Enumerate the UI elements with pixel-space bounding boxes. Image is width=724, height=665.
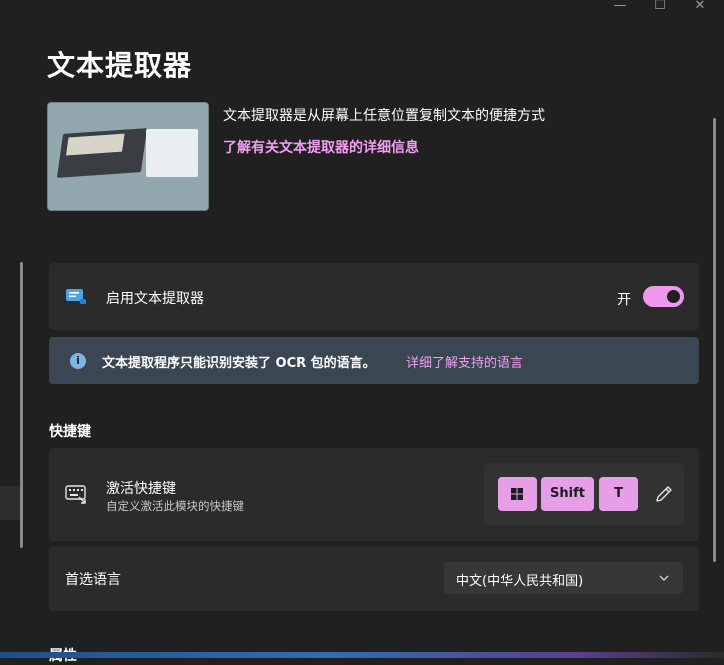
windows-key bbox=[498, 477, 537, 511]
toggle-knob bbox=[667, 290, 680, 303]
windows-logo-icon bbox=[511, 488, 523, 500]
shift-key: Shift bbox=[541, 477, 594, 511]
preferred-language-card: 首选语言 中文(中华人民共和国) bbox=[49, 546, 699, 611]
nav-selected-item[interactable] bbox=[0, 486, 20, 520]
hero-image bbox=[47, 102, 209, 211]
info-icon: i bbox=[70, 353, 86, 369]
maximize-button[interactable]: ☐ bbox=[640, 0, 680, 14]
book-illustration bbox=[56, 128, 148, 178]
page-title: 文本提取器 bbox=[47, 49, 193, 82]
window-illustration bbox=[146, 129, 198, 177]
activation-shortcut-title: 激活快捷键 bbox=[106, 481, 176, 497]
chevron-down-icon bbox=[659, 575, 669, 581]
toggle-state-label: 开 bbox=[617, 292, 631, 308]
shortcuts-section-title: 快捷键 bbox=[49, 424, 91, 440]
enable-card: 启用文本提取器 开 bbox=[49, 263, 699, 330]
t-key: T bbox=[599, 477, 638, 511]
info-message: 文本提取程序只能识别安装了 OCR 包的语言。 bbox=[102, 356, 376, 371]
language-selected-value: 中文(中华人民共和国) bbox=[456, 574, 584, 589]
nav-scrollbar[interactable] bbox=[20, 262, 23, 548]
shortcut-keys: Shift T bbox=[484, 463, 684, 525]
enable-label: 启用文本提取器 bbox=[106, 291, 204, 307]
minimize-button[interactable]: — bbox=[600, 0, 640, 14]
supported-languages-link[interactable]: 详细了解支持的语言 bbox=[406, 352, 523, 371]
ocr-info-bar: i 文本提取程序只能识别安装了 OCR 包的语言。 详细了解支持的语言 bbox=[49, 337, 699, 384]
keyboard-icon bbox=[65, 485, 86, 504]
activation-shortcut-description: 自定义激活此模块的快捷键 bbox=[106, 499, 244, 513]
page-description: 文本提取器是从屏幕上任意位置复制文本的便捷方式 bbox=[223, 108, 545, 124]
activation-shortcut-card: 激活快捷键 自定义激活此模块的快捷键 Shift T bbox=[49, 448, 699, 541]
taskbar-edge bbox=[0, 652, 724, 658]
edit-shortcut-button[interactable] bbox=[652, 482, 676, 506]
text-extractor-icon bbox=[66, 289, 86, 304]
enable-toggle[interactable] bbox=[643, 286, 684, 307]
language-dropdown[interactable]: 中文(中华人民共和国) bbox=[444, 562, 683, 594]
page-scrollbar[interactable] bbox=[713, 118, 716, 562]
preferred-language-label: 首选语言 bbox=[65, 572, 121, 588]
close-button[interactable]: ✕ bbox=[680, 0, 720, 14]
learn-more-link[interactable]: 了解有关文本提取器的详细信息 bbox=[223, 137, 419, 157]
